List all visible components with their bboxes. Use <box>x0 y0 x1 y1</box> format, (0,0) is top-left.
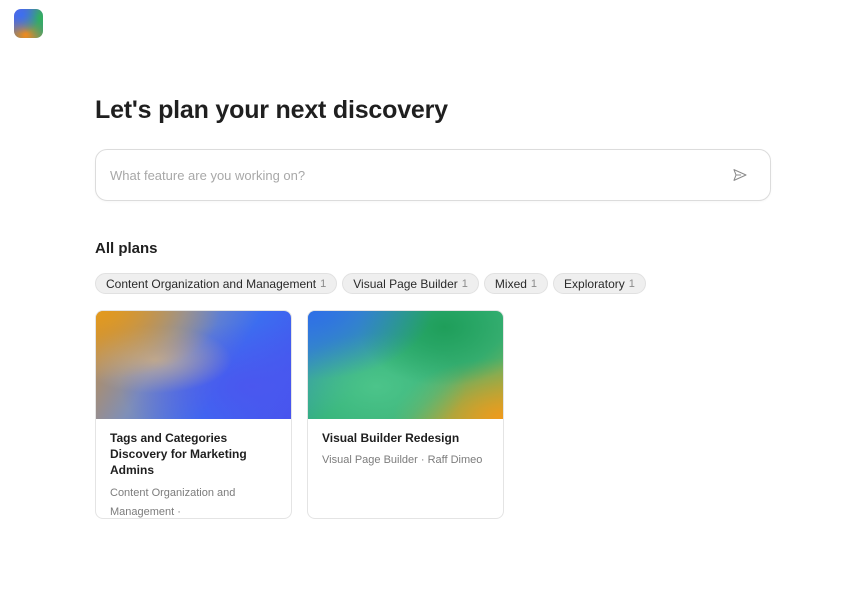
chip-count: 1 <box>628 277 635 290</box>
chip-count: 1 <box>530 277 538 290</box>
search-input[interactable] <box>110 150 710 200</box>
plan-card-tags-categories[interactable]: Tags and Categories Discovery for Market… <box>95 310 292 519</box>
chip-count: 1 <box>461 277 468 290</box>
card-title: Tags and Categories Discovery for Market… <box>110 431 247 477</box>
plan-card-visual-builder[interactable]: Visual Builder Redesign Visual Page Buil… <box>307 310 504 519</box>
chip-label: Content Organization and Management <box>106 276 317 291</box>
card-cover-image <box>96 311 291 419</box>
filter-chip-exploratory[interactable]: Exploratory 1 <box>553 273 646 294</box>
send-button[interactable] <box>730 165 750 185</box>
filter-chip-visual-page-builder[interactable]: Visual Page Builder 1 <box>342 273 479 294</box>
card-body: Tags and Categories Discovery for Market… <box>96 419 291 518</box>
card-meta: Visual Page Builder · Raff Dimeo <box>322 454 483 466</box>
chip-label: Exploratory <box>564 276 625 291</box>
card-body: Visual Builder Redesign Visual Page Buil… <box>308 419 503 470</box>
filter-chip-mixed[interactable]: Mixed 1 <box>483 273 549 294</box>
send-icon <box>733 169 747 181</box>
section-title-all-plans: All plans <box>95 240 158 257</box>
chip-label: Visual Page Builder <box>353 276 458 291</box>
filter-chips: Content Organization and Management 1 Vi… <box>95 273 646 294</box>
card-cover-image <box>308 311 503 419</box>
app-logo-icon[interactable] <box>14 9 43 38</box>
card-title: Visual Builder Redesign <box>322 431 460 445</box>
chip-label: Mixed <box>494 276 527 291</box>
search-box[interactable] <box>95 149 771 201</box>
chip-count: 1 <box>320 277 327 290</box>
filter-chip-content-organization[interactable]: Content Organization and Management 1 <box>95 273 338 294</box>
card-meta: Content Organization and Management · <box>110 487 236 518</box>
page-title: Let's plan your next discovery <box>95 96 448 124</box>
